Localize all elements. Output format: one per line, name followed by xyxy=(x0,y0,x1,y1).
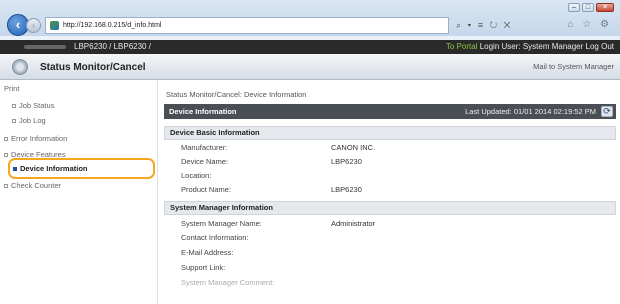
section-system-manager-information: System Manager Information xyxy=(164,201,616,215)
sidebar-item-check-counter[interactable]: Check Counter xyxy=(4,181,61,190)
home-favorites-tools[interactable]: ⌂ ☆ ⚙ xyxy=(567,19,612,30)
user-links: To Portal Login User: System Manager Log… xyxy=(446,40,614,54)
logout-link[interactable]: Log Out xyxy=(586,42,614,51)
forward-arrow-icon[interactable]: › xyxy=(26,18,41,33)
section-device-basic-information: Device Basic Information xyxy=(164,126,616,140)
last-updated: Last Updated: 01/01 2014 02:19:52 PM xyxy=(465,107,596,116)
sidebar-item-label: Job Log xyxy=(19,116,46,125)
site-favicon-icon xyxy=(50,21,59,30)
selection-highlight xyxy=(8,158,155,179)
row-label: Location: xyxy=(181,171,212,180)
browser-chrome: – □ ✕ ‹ › http://192.168.0.215/d_info.ht… xyxy=(0,0,620,40)
maximize-button[interactable]: □ xyxy=(582,3,594,12)
minimize-button[interactable]: – xyxy=(568,3,580,12)
sidebar-item-label: Check Counter xyxy=(11,181,62,190)
row-label: Product Name: xyxy=(181,185,232,194)
bullet-icon xyxy=(4,137,8,142)
row-label: E-Mail Address: xyxy=(181,248,234,257)
sidebar-item-label: Job Status xyxy=(19,101,55,110)
row-system-manager-comment: System Manager Comment: xyxy=(164,277,616,289)
row-system-manager-name: System Manager Name: Administrator xyxy=(164,218,616,230)
address-toolbar[interactable]: ⌕ ▾ ≡ ↻ ✕ xyxy=(456,20,513,31)
bullet-icon xyxy=(12,119,16,124)
page-title: Status Monitor/Cancel xyxy=(40,62,146,73)
row-value: LBP6230 xyxy=(331,157,362,166)
window-controls: – □ ✕ xyxy=(568,3,614,12)
device-model: LBP6230 / LBP6230 / xyxy=(74,42,151,51)
row-label: Device Name: xyxy=(181,157,229,166)
row-label: System Manager Comment: xyxy=(181,278,275,287)
bullet-icon xyxy=(4,184,8,189)
page-header: Status Monitor/Cancel Mail to System Man… xyxy=(0,54,620,80)
address-url[interactable]: http://192.168.0.215/d_info.html xyxy=(63,22,161,29)
row-label: System Manager Name: xyxy=(181,219,262,228)
refresh-icon[interactable]: ⟳ xyxy=(601,106,613,117)
row-label: Manufacturer: xyxy=(181,143,228,152)
login-user-label: Login User: System Manager xyxy=(479,42,584,51)
row-contact-information: Contact Information: xyxy=(164,232,616,244)
sidebar-item-print: Print xyxy=(4,84,19,93)
close-button[interactable]: ✕ xyxy=(596,3,614,12)
device-topbar: LBP6230 / LBP6230 / To Portal Login User… xyxy=(0,40,620,54)
row-location: Location: xyxy=(164,170,616,182)
device-logo xyxy=(24,45,66,49)
row-label: Contact Information: xyxy=(181,233,249,242)
mail-to-system-manager-link[interactable]: Mail to System Manager xyxy=(533,62,614,71)
status-monitor-icon xyxy=(12,59,28,75)
sidebar-item-job-log[interactable]: Job Log xyxy=(12,116,46,125)
bullet-icon xyxy=(4,153,8,158)
sidebar-item-label: Error Information xyxy=(11,134,68,143)
row-manufacturer: Manufacturer: CANON INC. xyxy=(164,142,616,154)
row-support-link: Support Link: xyxy=(164,262,616,274)
sidebar: Print Job Status Job Log Error Informati… xyxy=(0,80,158,304)
row-value: LBP6230 xyxy=(331,185,362,194)
bullet-icon xyxy=(12,104,16,109)
sidebar-item-error-information[interactable]: Error Information xyxy=(4,134,67,143)
row-product-name: Product Name: LBP6230 xyxy=(164,184,616,196)
row-value: CANON INC. xyxy=(331,143,376,152)
row-email-address: E-Mail Address: xyxy=(164,247,616,259)
address-bar[interactable]: http://192.168.0.215/d_info.html xyxy=(45,17,449,34)
row-device-name: Device Name: LBP6230 xyxy=(164,156,616,168)
row-value: Administrator xyxy=(331,219,376,228)
panel-header: Device Information Last Updated: 01/01 2… xyxy=(164,104,616,119)
panel-title: Device Information xyxy=(169,107,237,116)
sidebar-item-job-status[interactable]: Job Status xyxy=(12,101,54,110)
row-label: Support Link: xyxy=(181,263,226,272)
sidebar-item-label: Print xyxy=(4,84,20,93)
breadcrumb: Status Monitor/Cancel: Device Informatio… xyxy=(166,90,307,99)
portal-link[interactable]: To Portal xyxy=(446,42,478,51)
